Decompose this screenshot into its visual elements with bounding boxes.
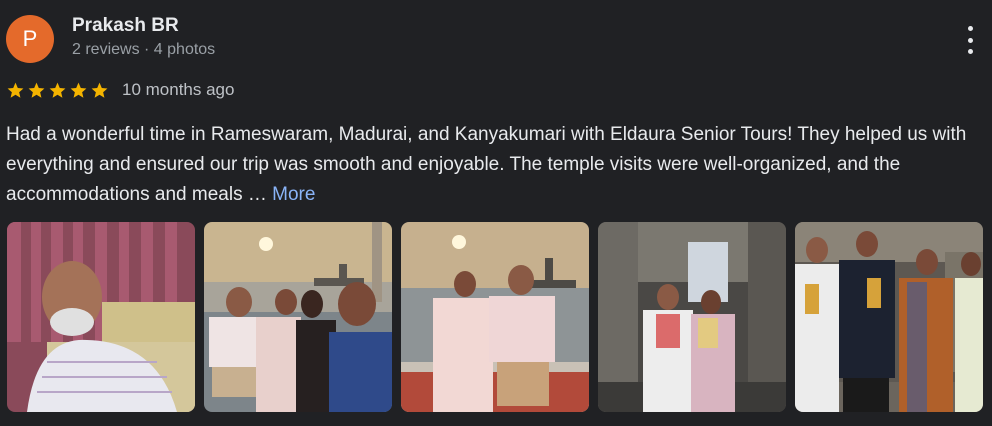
photo-strip: [7, 222, 983, 412]
star-icon: [7, 82, 24, 98]
more-vert-icon[interactable]: [960, 26, 980, 54]
review-card: P Prakash BR 2 reviews · 4 photos 10 mon…: [0, 0, 992, 426]
more-link[interactable]: More: [272, 184, 315, 205]
review-photo[interactable]: [401, 222, 589, 412]
review-photo[interactable]: [204, 222, 392, 412]
review-text: Had a wonderful time in Rameswaram, Madu…: [6, 120, 981, 210]
star-icon: [70, 82, 87, 98]
review-body: Had a wonderful time in Rameswaram, Madu…: [6, 124, 967, 205]
review-photo[interactable]: [598, 222, 786, 412]
star-icon: [28, 82, 45, 98]
review-time: 10 months ago: [122, 80, 235, 99]
review-photo[interactable]: [795, 222, 983, 412]
reviewer-meta: 2 reviews · 4 photos: [72, 41, 216, 58]
star-icon: [91, 82, 108, 98]
star-rating: [6, 81, 109, 100]
avatar-initial: P: [22, 26, 38, 51]
avatar[interactable]: P: [6, 15, 54, 63]
rating-row: 10 months ago: [6, 80, 234, 100]
star-icon: [49, 82, 66, 98]
review-photo[interactable]: [7, 222, 195, 412]
reviewer-name[interactable]: Prakash BR: [72, 15, 179, 37]
